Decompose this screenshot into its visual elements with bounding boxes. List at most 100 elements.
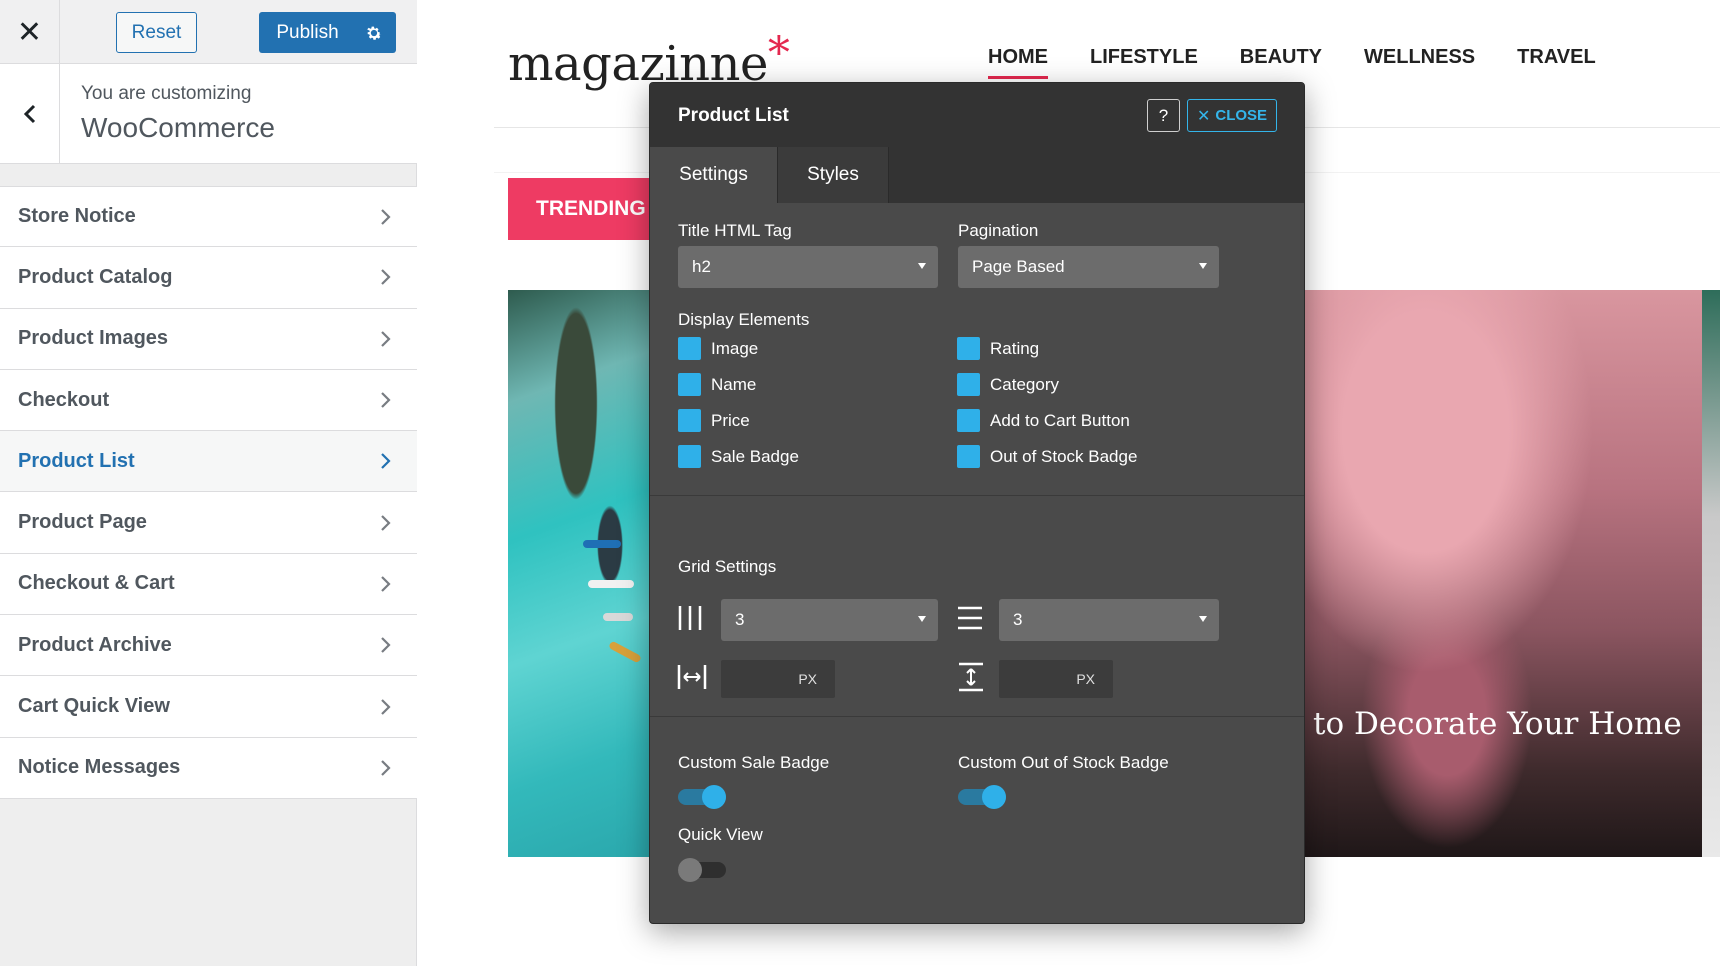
panel-title: WooCommerce bbox=[81, 112, 275, 143]
columns-select[interactable]: 3 bbox=[721, 599, 938, 641]
chevron-right-icon bbox=[381, 269, 391, 286]
section-item-label: Product Images bbox=[18, 327, 169, 350]
display-element-checkbox[interactable]: Category bbox=[957, 373, 1059, 396]
custom-out-of-stock-toggle[interactable] bbox=[958, 785, 1006, 809]
section-item-label: Notice Messages bbox=[18, 756, 181, 779]
quick-view-toggle[interactable] bbox=[678, 858, 726, 882]
custom-sale-badge-toggle[interactable] bbox=[678, 785, 726, 809]
reset-button[interactable]: Reset bbox=[116, 12, 197, 53]
nav-item[interactable]: HOME bbox=[988, 46, 1048, 79]
boat-shape bbox=[608, 640, 642, 664]
boat-shape bbox=[583, 540, 621, 548]
custom-out-of-stock-label: Custom Out of Stock Badge bbox=[958, 753, 1169, 772]
display-element-checkbox[interactable]: Add to Cart Button bbox=[957, 409, 1130, 432]
nav-item[interactable]: LIFESTYLE bbox=[1090, 46, 1198, 69]
nav-item[interactable]: WELLNESS bbox=[1364, 46, 1475, 69]
checkbox-box bbox=[678, 409, 701, 432]
boat-shape bbox=[588, 580, 634, 588]
section-item[interactable]: Notice Messages bbox=[0, 737, 417, 799]
checkbox-box bbox=[678, 337, 701, 360]
pagination-value: Page Based bbox=[972, 257, 1065, 276]
display-element-checkbox[interactable]: Out of Stock Badge bbox=[957, 445, 1137, 468]
row-gap-input[interactable]: PX bbox=[999, 660, 1113, 698]
publish-button-group: Publish bbox=[259, 12, 396, 53]
customizer-header: ✕ Reset Publish bbox=[0, 0, 417, 64]
product-list-panel: Product List ? ✕ CLOSE Settings Styles Ti… bbox=[649, 82, 1305, 924]
chevron-right-icon bbox=[381, 330, 391, 347]
columns-value: 3 bbox=[735, 610, 745, 629]
section-item[interactable]: Checkout bbox=[0, 369, 417, 432]
checkbox-label: Name bbox=[711, 374, 757, 394]
display-element-checkbox[interactable]: Price bbox=[678, 409, 750, 432]
chevron-left-icon[interactable] bbox=[0, 64, 60, 164]
display-element-checkbox[interactable]: Rating bbox=[957, 337, 1039, 360]
section-item-label: Store Notice bbox=[18, 205, 136, 228]
dropdown-caret-icon bbox=[918, 616, 926, 622]
nav-item[interactable]: TRAVEL bbox=[1517, 46, 1596, 69]
section-item[interactable]: Product List bbox=[0, 431, 417, 493]
section-item-label: Cart Quick View bbox=[18, 695, 170, 718]
chevron-right-icon bbox=[381, 208, 391, 225]
section-item[interactable]: Product Page bbox=[0, 492, 417, 554]
section-list: Store Notice Product Catalog Product Image… bbox=[0, 186, 417, 799]
columns-icon bbox=[677, 605, 703, 636]
column-gap-unit: PX bbox=[798, 671, 817, 687]
publish-button[interactable]: Publish bbox=[259, 12, 352, 53]
close-icon: ✕ bbox=[1196, 106, 1211, 125]
section-item[interactable]: Product Archive bbox=[0, 615, 417, 677]
display-element-checkbox[interactable]: Sale Badge bbox=[678, 445, 799, 468]
toggle-knob bbox=[702, 785, 726, 809]
nav-item[interactable]: BEAUTY bbox=[1240, 46, 1322, 69]
section-item[interactable]: Store Notice bbox=[0, 186, 417, 248]
row-gap-unit: PX bbox=[1076, 671, 1095, 687]
checkbox-box bbox=[678, 373, 701, 396]
checkbox-label: Out of Stock Badge bbox=[990, 446, 1138, 466]
title-tag-label: Title HTML Tag bbox=[678, 221, 792, 240]
chevron-right-icon bbox=[381, 760, 391, 776]
featured-image-beauty[interactable] bbox=[1300, 290, 1720, 857]
title-tag-select[interactable]: h2 bbox=[678, 246, 938, 288]
section-item[interactable]: Cart Quick View bbox=[0, 676, 417, 738]
dropdown-caret-icon bbox=[918, 263, 926, 269]
section-item[interactable]: Product Catalog bbox=[0, 247, 417, 309]
section-item[interactable]: Product Images bbox=[0, 308, 417, 370]
gear-icon[interactable] bbox=[352, 12, 396, 53]
tab-styles[interactable]: Styles bbox=[778, 147, 889, 203]
pagination-select[interactable]: Page Based bbox=[958, 246, 1219, 288]
title-tag-value: h2 bbox=[692, 257, 711, 276]
chevron-right-icon bbox=[381, 453, 391, 470]
close-button[interactable]: ✕ CLOSE bbox=[1187, 99, 1277, 132]
display-element-checkbox[interactable]: Image bbox=[678, 337, 758, 360]
section-item-label: Product Page bbox=[18, 511, 147, 534]
main-nav: HOME LIFESTYLE BEAUTY WELLNESS TRAVEL bbox=[988, 46, 1638, 79]
tab-settings[interactable]: Settings bbox=[650, 147, 778, 203]
checkbox-box bbox=[678, 445, 701, 468]
featured-caption[interactable]: to Decorate Your Home bbox=[1313, 706, 1682, 742]
column-gap-input[interactable]: PX bbox=[721, 660, 835, 698]
chevron-right-icon bbox=[381, 514, 391, 531]
section-item[interactable]: Checkout & Cart bbox=[0, 553, 417, 616]
rows-value: 3 bbox=[1013, 610, 1023, 629]
featured-image-edge bbox=[1702, 290, 1720, 857]
checkbox-label: Category bbox=[990, 374, 1059, 394]
section-item-label: Checkout bbox=[18, 388, 110, 411]
close-label: CLOSE bbox=[1215, 107, 1268, 124]
section-item-label: Checkout & Cart bbox=[18, 572, 175, 595]
breadcrumb-prefix: You are customizing bbox=[81, 83, 252, 104]
vertical-spacing-icon bbox=[957, 662, 985, 697]
breadcrumb: You are customizing WooCommerce bbox=[0, 64, 417, 164]
section-item-label: Product List bbox=[18, 449, 135, 472]
checkbox-box bbox=[957, 445, 980, 468]
chevron-right-icon bbox=[381, 576, 391, 592]
rows-select[interactable]: 3 bbox=[999, 599, 1219, 641]
logo-mark: * bbox=[767, 28, 790, 79]
checkbox-box bbox=[957, 409, 980, 432]
checkbox-label: Sale Badge bbox=[711, 446, 799, 466]
section-item-label: Product Archive bbox=[18, 633, 172, 656]
trending-label: TRENDING bbox=[508, 178, 658, 240]
toggle-knob bbox=[982, 785, 1006, 809]
toggle-knob bbox=[678, 858, 702, 882]
help-button[interactable]: ? bbox=[1147, 99, 1180, 132]
close-icon[interactable]: ✕ bbox=[0, 0, 60, 64]
display-element-checkbox[interactable]: Name bbox=[678, 373, 756, 396]
